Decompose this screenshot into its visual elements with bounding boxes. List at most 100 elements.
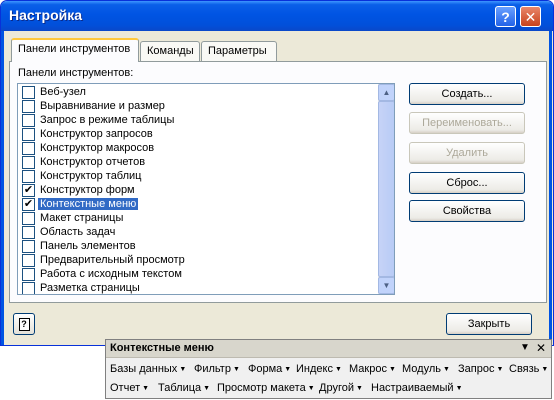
toolbar-checkbox[interactable] <box>22 85 35 99</box>
window-frame-left <box>1 31 4 345</box>
properties-button[interactable]: Свойства <box>409 200 525 222</box>
toolbar-checkbox[interactable] <box>22 155 35 169</box>
list-item[interactable]: Конструктор запросов <box>19 127 377 141</box>
window-frame-right <box>549 31 552 345</box>
list-item-label: Контекстные меню <box>38 198 139 210</box>
toolbar-checkbox[interactable] <box>22 113 35 127</box>
toolbar-title: Контекстные меню <box>110 342 214 354</box>
tab-toolbars-label: Панели инструментов <box>18 43 131 55</box>
menu-relation[interactable]: Связь ▼ <box>509 361 548 377</box>
menu-query[interactable]: Запрос ▼ <box>458 361 503 377</box>
delete-button: Удалить <box>409 142 525 164</box>
menu-databases[interactable]: Базы данных ▼ <box>110 361 186 377</box>
scroll-down-icon[interactable]: ▼ <box>378 277 394 294</box>
list-item-label: Выравнивание и размер <box>40 100 165 112</box>
toolbars-list-caption: Панели инструментов: <box>18 67 134 79</box>
toolbar-checkbox[interactable] <box>22 211 35 225</box>
list-item[interactable]: Область задач <box>19 225 377 239</box>
tab-commands[interactable]: Команды <box>140 41 200 61</box>
dropdown-arrow-icon: ▼ <box>179 366 187 373</box>
toolbar-checkbox[interactable] <box>22 253 35 267</box>
list-item[interactable]: Панель элементов <box>19 239 377 253</box>
dropdown-arrow-icon: ▼ <box>496 366 504 373</box>
menu-custom[interactable]: Настраиваемый ▼ <box>371 380 463 396</box>
toolbar-checkbox[interactable] <box>22 225 35 239</box>
list-item-label: Конструктор таблиц <box>40 170 142 182</box>
floating-toolbar: Контекстные меню ▼ ✕ Базы данных ▼ Фильтр… <box>105 339 552 399</box>
dropdown-arrow-icon: ▼ <box>541 366 549 373</box>
toolbar-checkbox[interactable] <box>22 141 35 155</box>
list-item[interactable]: Выравнивание и размер <box>19 99 377 113</box>
close-button[interactable]: Закрыть <box>446 313 532 335</box>
menu-layout-preview[interactable]: Просмотр макета ▼ <box>217 380 315 396</box>
list-item-label: Запрос в режиме таблицы <box>40 114 175 126</box>
help-title-button[interactable]: ? <box>495 6 516 27</box>
tab-toolbars[interactable]: Панели инструментов <box>11 38 139 62</box>
dropdown-arrow-icon: ▼ <box>443 366 450 373</box>
dropdown-arrow-icon: ▼ <box>455 385 463 392</box>
window-title: Настройка <box>9 7 83 23</box>
dropdown-arrow-icon: ▼ <box>142 385 150 392</box>
help-icon: ? <box>18 317 30 331</box>
menu-table[interactable]: Таблица ▼ <box>158 380 210 396</box>
dropdown-arrow-icon: ▼ <box>388 366 396 373</box>
toolbar-checkbox[interactable] <box>22 169 35 183</box>
toolbar-checkbox[interactable] <box>22 267 35 281</box>
close-title-button[interactable]: ✕ <box>520 6 541 27</box>
list-item-label: Панель элементов <box>40 240 136 252</box>
help-button[interactable]: ? <box>13 313 35 335</box>
toolbar-title-bar[interactable]: Контекстные меню ▼ ✕ <box>106 340 551 358</box>
tab-options[interactable]: Параметры <box>201 41 277 61</box>
vertical-scrollbar[interactable]: ▲ ▼ <box>378 84 394 294</box>
rename-button: Переименовать... <box>409 112 525 134</box>
dropdown-arrow-icon: ▼ <box>203 385 211 392</box>
menu-other[interactable]: Другой ▼ <box>319 380 363 396</box>
toolbar-options-icon[interactable]: ▼ <box>520 342 530 353</box>
toolbar-checkbox[interactable]: ✔ <box>22 197 35 211</box>
list-item-label: Работа с исходным текстом <box>40 268 182 280</box>
list-item-label: Конструктор запросов <box>40 128 153 140</box>
list-item-label: Область задач <box>40 226 116 238</box>
list-item[interactable]: Работа с исходным текстом <box>19 267 377 281</box>
menu-module[interactable]: Модуль ▼ <box>402 361 450 377</box>
menu-form[interactable]: Форма ▼ <box>248 361 291 377</box>
list-item[interactable]: Конструктор таблиц <box>19 169 377 183</box>
toolbar-checkbox[interactable] <box>22 239 35 253</box>
dropdown-arrow-icon: ▼ <box>355 385 363 392</box>
list-item[interactable]: Веб-узел <box>19 85 377 99</box>
toolbar-checkbox[interactable] <box>22 127 35 141</box>
list-item-label: Конструктор отчетов <box>40 156 146 168</box>
reset-button[interactable]: Сброс... <box>409 172 525 194</box>
list-item[interactable]: Конструктор макросов <box>19 141 377 155</box>
list-item-label: Конструктор макросов <box>40 142 155 154</box>
menu-filter[interactable]: Фильтр ▼ <box>194 361 240 377</box>
toolbars-listbox[interactable]: Веб-узел Выравнивание и размер Запрос в … <box>17 83 395 295</box>
toolbar-checkbox[interactable] <box>22 281 35 294</box>
list-item[interactable]: Предварительный просмотр <box>19 253 377 267</box>
menu-index[interactable]: Индекс ▼ <box>296 361 342 377</box>
list-item-label: Предварительный просмотр <box>40 254 185 266</box>
title-bar[interactable]: Настройка ? ✕ <box>1 1 553 31</box>
create-button[interactable]: Создать... <box>409 83 525 105</box>
scroll-up-icon[interactable]: ▲ <box>378 84 394 101</box>
dropdown-arrow-icon: ▼ <box>232 366 240 373</box>
dropdown-arrow-icon: ▼ <box>307 385 315 392</box>
list-item[interactable]: ✔ Конструктор форм <box>19 183 377 197</box>
menu-macro[interactable]: Макрос ▼ <box>349 361 396 377</box>
toolbar-checkbox[interactable] <box>22 99 35 113</box>
dropdown-arrow-icon: ▼ <box>284 366 292 373</box>
list-item[interactable]: Конструктор отчетов <box>19 155 377 169</box>
toolbar-checkbox[interactable]: ✔ <box>22 183 35 197</box>
scroll-thumb[interactable] <box>378 101 394 277</box>
list-item[interactable]: Разметка страницы <box>19 281 377 294</box>
menu-report[interactable]: Отчет ▼ <box>110 380 149 396</box>
list-item-label: Конструктор форм <box>40 184 135 196</box>
list-item-label: Макет страницы <box>40 212 124 224</box>
list-item[interactable]: Запрос в режиме таблицы <box>19 113 377 127</box>
list-item-label: Веб-узел <box>40 86 86 98</box>
list-item-label: Разметка страницы <box>40 282 140 294</box>
dropdown-arrow-icon: ▼ <box>334 366 342 373</box>
list-item[interactable]: Макет страницы <box>19 211 377 225</box>
toolbar-close-icon[interactable]: ✕ <box>536 341 546 355</box>
list-item-selected[interactable]: ✔ Контекстные меню <box>19 197 377 211</box>
